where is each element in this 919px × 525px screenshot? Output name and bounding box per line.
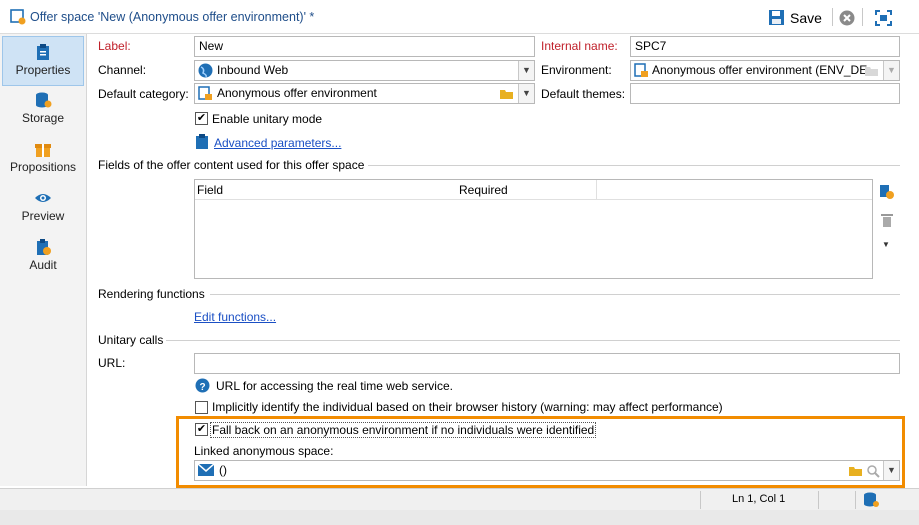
eye-icon (35, 194, 51, 202)
url-help-text: URL for accessing the real time web serv… (216, 379, 453, 393)
clipboard-icon (37, 44, 49, 60)
add-field-icon[interactable] (879, 184, 894, 200)
database-status-icon (864, 492, 879, 507)
environment-icon (634, 63, 648, 77)
linked-space-caption: Linked anonymous space: (194, 444, 334, 458)
sidebar-item-label: Propositions (9, 160, 77, 174)
bottom-strip (0, 510, 919, 525)
default-themes-caption: Default themes: (541, 87, 626, 101)
chevron-down-icon[interactable]: ▼ (883, 461, 899, 480)
rendering-section-title: Rendering functions (98, 287, 205, 301)
chevron-down-icon[interactable]: ▼ (518, 84, 534, 103)
label-input[interactable]: New (194, 36, 535, 57)
implicit-identify-checkbox[interactable] (195, 401, 208, 414)
sidebar-item-label: Storage (21, 111, 65, 125)
default-category-caption: Default category: (98, 87, 189, 101)
trash-icon[interactable] (880, 212, 894, 228)
envelope-icon (198, 464, 214, 476)
url-input[interactable] (194, 353, 900, 374)
chevron-down-icon[interactable]: ▼ (883, 61, 899, 80)
linked-space-select[interactable]: () ▼ (194, 460, 900, 481)
default-category-select[interactable]: Anonymous offer environment ▼ (194, 83, 535, 104)
fields-section-title: Fields of the offer content used for thi… (98, 158, 365, 172)
channel-select[interactable]: Inbound Web ▼ (194, 60, 535, 81)
advanced-parameters-link[interactable]: Advanced parameters... (214, 136, 341, 150)
channel-value: Inbound Web (217, 63, 289, 77)
edit-functions-link[interactable]: Edit functions... (194, 310, 276, 324)
url-caption: URL: (98, 356, 126, 370)
window-title: Offer space 'New (Anonymous offer enviro… (30, 10, 315, 24)
fullscreen-icon[interactable] (875, 10, 892, 26)
table-header: Field Required (195, 180, 872, 200)
category-icon (198, 86, 212, 100)
help-icon: ? (195, 378, 210, 393)
title-bar: Offer space 'New (Anonymous offer enviro… (0, 0, 919, 34)
column-header-required[interactable]: Required (459, 183, 508, 197)
sidebar-item-audit[interactable]: Audit (2, 232, 84, 282)
divider (368, 165, 900, 166)
folder-icon[interactable] (499, 87, 514, 100)
sidebar-item-label: Preview (21, 209, 65, 223)
internal-name-caption: Internal name: (541, 39, 618, 53)
channel-caption: Channel: (98, 63, 147, 77)
sidebar-item-properties[interactable]: Properties (2, 36, 84, 86)
save-icon (769, 10, 784, 25)
cancel-icon[interactable] (839, 10, 855, 26)
label-caption: Label: (98, 39, 131, 53)
column-header-field[interactable]: Field (197, 183, 223, 197)
sidebar-item-propositions[interactable]: Propositions (2, 134, 84, 184)
sidebar: Properties Storage Propositions Preview … (0, 34, 87, 486)
environment-caption: Environment: (541, 63, 612, 77)
cursor-position: Ln 1, Col 1 (732, 493, 786, 505)
enable-unitary-checkbox[interactable]: ✔ (195, 112, 208, 125)
default-themes-input[interactable] (630, 83, 900, 104)
enable-unitary-label: Enable unitary mode (212, 112, 323, 126)
divider (210, 294, 900, 295)
linked-space-value: () (219, 463, 227, 477)
fields-table[interactable]: Field Required (194, 179, 873, 279)
search-icon[interactable] (866, 464, 880, 478)
database-icon (36, 92, 52, 108)
clipboard-icon (196, 134, 208, 149)
fallback-label: Fall back on an anonymous environment if… (210, 422, 597, 438)
default-category-value: Anonymous offer environment (217, 86, 377, 100)
implicit-identify-label: Implicitly identify the individual based… (212, 400, 723, 414)
sidebar-item-storage[interactable]: Storage (2, 85, 84, 135)
sidebar-item-label: Properties (15, 63, 71, 77)
unitary-section-title: Unitary calls (98, 333, 164, 347)
offer-space-icon (10, 9, 26, 25)
internal-name-input[interactable]: SPC7 (630, 36, 900, 57)
divider (166, 340, 900, 341)
svg-text:?: ? (200, 382, 206, 393)
status-bar: Ln 1, Col 1 (0, 488, 919, 510)
folder-icon[interactable] (864, 64, 879, 77)
folder-icon[interactable] (848, 464, 863, 477)
more-options-icon[interactable]: ▼ (882, 240, 890, 249)
gift-icon (35, 144, 51, 157)
sidebar-item-preview[interactable]: Preview (2, 183, 84, 233)
sidebar-item-label: Audit (29, 258, 57, 272)
environment-value: Anonymous offer environment (ENV_DE (652, 63, 868, 77)
fallback-checkbox[interactable]: ✔ (195, 423, 208, 436)
save-label: Save (790, 10, 822, 26)
audit-icon (37, 239, 51, 255)
save-button[interactable]: Save (768, 8, 826, 28)
environment-select[interactable]: Anonymous offer environment (ENV_DE ▼ (630, 60, 900, 81)
chevron-down-icon[interactable]: ▼ (518, 61, 534, 80)
globe-icon (198, 63, 213, 78)
